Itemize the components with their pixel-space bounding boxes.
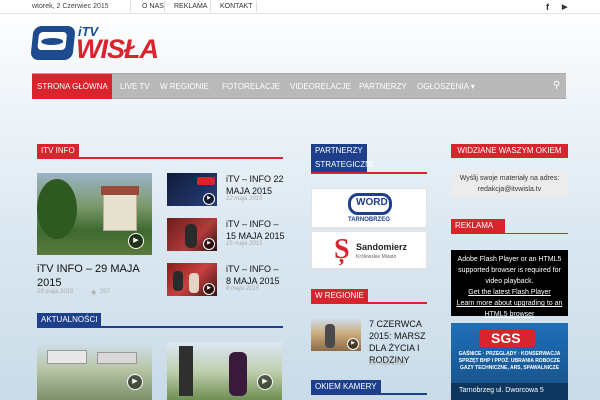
play-icon[interactable]: ▶	[203, 283, 215, 295]
sandomierz-logo-icon: Ș	[334, 234, 350, 265]
play-icon[interactable]: ▶	[203, 238, 215, 250]
play-icon[interactable]: ▶	[347, 338, 359, 350]
news-thumbnail[interactable]: ▶	[37, 342, 152, 400]
play-icon[interactable]: ▶	[257, 374, 273, 390]
region-article-date: 20 maja 2015	[369, 361, 406, 367]
video-date: 22 maja 2015	[226, 196, 263, 202]
play-icon[interactable]: ▶	[203, 193, 215, 205]
nav-strona-glowna[interactable]: STRONA GŁÓWNA	[32, 74, 112, 99]
region-article-title[interactable]: 7 CZERWCA 2015: MARSZ DLA ŻYCIA I RODZIN…	[369, 318, 427, 366]
video-thumbnail[interactable]: ▶	[167, 263, 217, 296]
section-heading-itv-info[interactable]: ITV INFO	[37, 144, 79, 157]
facebook-icon[interactable]: f	[546, 2, 549, 12]
partner-logo-sandomierz[interactable]: Ș Sandomierz Królewskie Miasto	[311, 231, 427, 269]
nav-videorelacje[interactable]: VIDEORELACJE	[290, 74, 351, 99]
section-underline	[311, 393, 427, 395]
flash-notice-text: Adobe Flash Player or an HTML5 supported…	[457, 256, 562, 285]
section-heading-partnerzy[interactable]: PARTNERZY STRATEGICZNI	[311, 144, 373, 172]
divider	[210, 1, 211, 12]
sgs-advertisement[interactable]: SGS GAŚNICE · PRZEGLĄDY · KONSERWACJA SP…	[451, 323, 568, 400]
logo-wisla-text: WISŁA	[76, 34, 159, 64]
flash-player-notice: Adobe Flash Player or an HTML5 supported…	[451, 250, 568, 318]
ad-line: SPRZĘT BHP I PPOŻ. UBRANIA ROBOCZE	[458, 358, 561, 364]
ad-line: GAŚNICE · PRZEGLĄDY · KONSERWACJA	[458, 351, 561, 357]
current-date: wtorek, 2 Czerwiec 2015	[32, 3, 109, 10]
section-heading-okiem-kamery[interactable]: OKIEM KAMERY	[311, 380, 381, 393]
main-video-title[interactable]: iTV INFO – 29 MAJA 2015	[37, 262, 152, 290]
word-logo-text: WORD	[356, 197, 388, 208]
play-icon[interactable]: ▶	[127, 374, 143, 390]
region-thumbnail[interactable]: ▶	[311, 318, 361, 351]
section-underline	[311, 172, 427, 174]
widziane-note: Wyślij swoje materiały na adres: redakcj…	[451, 171, 568, 197]
youtube-icon[interactable]: ▶	[562, 3, 567, 11]
upgrade-html5-link[interactable]: Learn more about upgrading to an HTML5 b…	[457, 300, 563, 318]
partner-logo-word[interactable]: WORD TARNOBRZEG	[311, 188, 427, 228]
main-video-thumbnail[interactable]: ▶	[37, 173, 152, 255]
section-heading-aktualnosci[interactable]: AKTUALNOŚCI	[37, 313, 102, 326]
nav-fotorelacje[interactable]: FOTORELACJE	[222, 74, 280, 99]
ad-address: Tarnobrzeg ul. Dworcowa 5	[459, 387, 544, 394]
widziane-waszym-okiem-button[interactable]: WIDZIANE WASZYM OKIEM	[451, 144, 568, 158]
ad-brand: SGS	[491, 330, 521, 346]
site-logo[interactable]: iTV WISŁA	[30, 24, 182, 66]
tv-logo-icon	[30, 26, 76, 60]
play-icon[interactable]: ▶	[128, 233, 144, 249]
section-underline	[37, 326, 283, 328]
news-thumbnail[interactable]: ▶	[167, 342, 282, 400]
video-title[interactable]: iTV – INFO – 15 MAJA 2015	[226, 218, 286, 242]
section-underline	[37, 157, 283, 159]
nav-w-regionie[interactable]: W REGIONIE	[160, 74, 209, 99]
link-reklama[interactable]: REKLAMA	[174, 3, 207, 10]
video-thumbnail[interactable]: ▶	[167, 173, 217, 206]
main-video-date: 29 maja 2015	[37, 289, 74, 295]
top-bar: wtorek, 2 Czerwiec 2015 O NAS REKLAMA KO…	[0, 0, 600, 14]
section-underline	[311, 302, 427, 304]
divider	[256, 1, 257, 12]
sandomierz-sub: Królewskie Miasto	[356, 254, 397, 260]
get-flash-link[interactable]: Get the latest Flash Player	[468, 289, 550, 296]
ad-line: GAZY TECHNICZNE, ARS, SPAWALNICZE	[459, 365, 560, 371]
nav-live-tv[interactable]: LIVE TV	[120, 74, 150, 99]
video-title[interactable]: iTV – INFO 22 MAJA 2015	[226, 173, 286, 197]
main-navigation: STRONA GŁÓWNA LIVE TV W REGIONIE FOTOREL…	[32, 73, 566, 99]
section-underline	[451, 233, 568, 234]
word-logo-city: TARNOBRZEG	[348, 217, 390, 223]
video-thumbnail[interactable]: ▶	[167, 218, 217, 251]
section-heading-w-regionie[interactable]: W REGIONIE	[311, 289, 368, 302]
divider	[164, 1, 165, 12]
video-date: 8 maja 2015	[226, 286, 260, 292]
link-kontakt[interactable]: KONTAKT	[220, 3, 253, 10]
link-o-nas[interactable]: O NAS	[142, 3, 164, 10]
search-icon[interactable]: ⚲	[553, 80, 560, 91]
reklama-heading: REKLAMA	[451, 219, 505, 233]
nav-partnerzy[interactable]: PARTNERZY	[359, 74, 407, 99]
sandomierz-name: Sandomierz	[356, 242, 408, 252]
divider	[130, 1, 131, 12]
nav-ogloszenia[interactable]: OGŁOSZENIA ▾	[417, 74, 475, 99]
main-video-views: 207	[100, 289, 111, 295]
eye-icon: ◉	[91, 290, 97, 296]
video-date: 15 maja 2015	[226, 241, 263, 247]
video-title[interactable]: iTV – INFO – 8 MAJA 2015	[226, 263, 286, 287]
